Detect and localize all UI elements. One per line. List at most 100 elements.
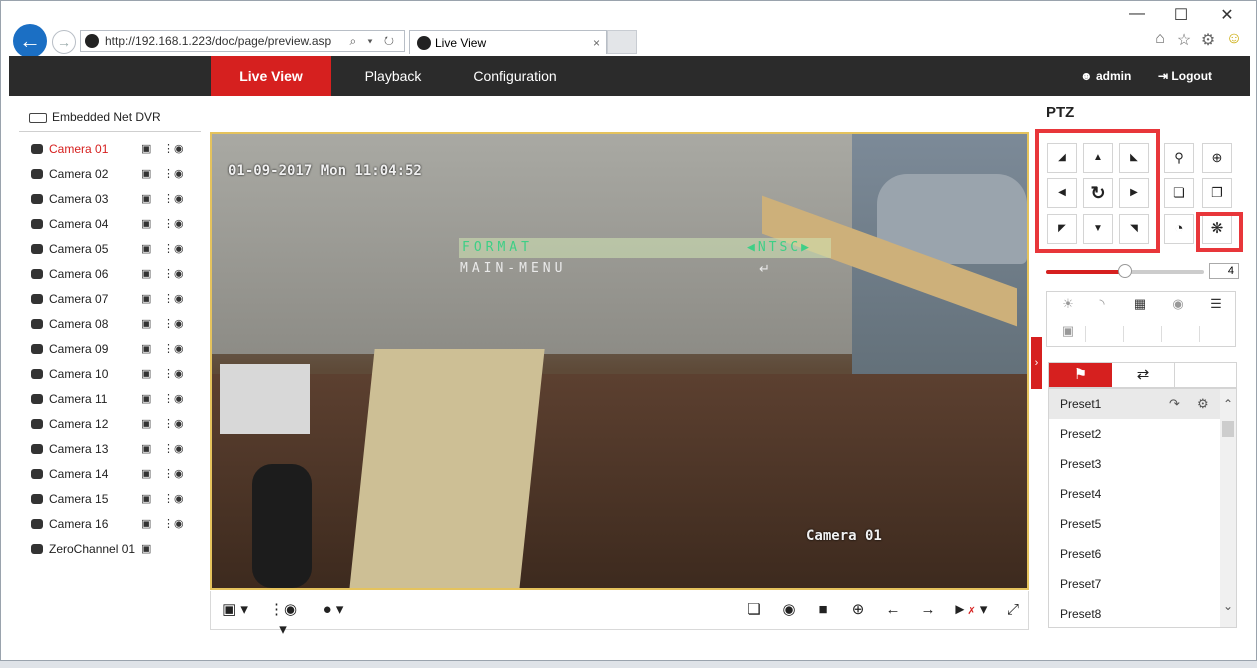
camera-item[interactable]: Camera 12 ▣ ⋮◉ [31,415,201,433]
ptz-control-icon[interactable]: ⋮◉ [163,515,184,533]
record-icon[interactable]: ▣ [141,290,151,308]
zoom-out-icon[interactable]: ⚲ [1164,143,1194,173]
record-icon[interactable]: ▣ [141,315,151,333]
camera-item[interactable]: Camera 11 ▣ ⋮◉ [31,390,201,408]
nav-configuration[interactable]: Configuration [457,56,573,96]
ptz-control-icon[interactable]: ⋮◉ [163,415,184,433]
address-url[interactable]: http://192.168.1.223/doc/page/preview.as… [105,31,331,51]
browser-tab-live-view[interactable]: Live View × [409,30,607,54]
wiper-icon[interactable]: ◝ [1089,296,1115,312]
camera-item[interactable]: Camera 14 ▣ ⋮◉ [31,465,201,483]
ptz-control-icon[interactable]: ⋮◉ [163,340,184,358]
preset-scrollbar[interactable]: ⌃ ⌄ [1220,389,1236,627]
forward-button[interactable]: → [52,30,76,54]
camera-item[interactable]: Camera 07 ▣ ⋮◉ [31,290,201,308]
record-icon[interactable]: ▣ [141,165,151,183]
manual-tracking-icon[interactable]: ▣ [1055,323,1081,339]
ptz-control-icon[interactable]: ⋮◉ [163,290,184,308]
fullscreen-icon[interactable]: ⤢ [1002,600,1024,620]
preset-item[interactable]: Preset8 [1049,599,1220,627]
camera-item[interactable]: Camera 01 ▣ ⋮◉ [31,140,201,158]
ptz-speed-slider[interactable] [1046,264,1204,278]
camera-item[interactable]: Camera 06 ▣ ⋮◉ [31,265,201,283]
record-icon[interactable]: ▣ [141,490,151,508]
record-icon[interactable]: ▣ [141,340,151,358]
ptz-control-icon[interactable]: ⋮◉ [163,365,184,383]
record-icon[interactable]: ▣ [141,265,151,283]
iris-close-icon[interactable]: ◔ [1164,214,1194,244]
scroll-thumb[interactable] [1222,421,1234,437]
favorites-star-icon[interactable]: ☆ [1173,30,1195,50]
ptz-control-icon[interactable]: ⋮◉ [163,215,184,233]
record-icon[interactable]: ▣ [141,515,151,533]
record-icon[interactable]: ▣ [141,215,151,233]
record-icon[interactable]: ▣ [141,465,151,483]
nav-playback[interactable]: Playback [345,56,441,96]
record-icon[interactable]: ▣ [141,440,151,458]
video-player[interactable]: 01-09-2017 Mon 11:04:52 FORMAT ◀NTSC▶ MA… [210,132,1029,590]
record-icon[interactable]: ▣ [141,240,151,258]
set-preset-gear-icon[interactable]: ⚙ [1197,389,1209,419]
home-icon[interactable]: ⌂ [1149,30,1171,48]
tab-pattern[interactable] [1174,363,1237,387]
tab-patrol[interactable]: ⇄ [1112,363,1174,387]
tab-preset[interactable]: ⚑ [1049,363,1112,387]
camera-item[interactable]: Camera 13 ▣ ⋮◉ [31,440,201,458]
logout-button[interactable]: ⇥ Logout [1158,56,1212,96]
record-icon[interactable]: ▣ [141,365,151,383]
camera-item[interactable]: Camera 09 ▣ ⋮◉ [31,340,201,358]
ptz-control-icon[interactable]: ⋮◉ [163,440,184,458]
camera-item[interactable]: ZeroChannel 01 ▣ [31,540,201,558]
menu-icon[interactable]: ☰ [1203,296,1229,312]
microphone-button[interactable]: ● ▾ [315,600,351,620]
maximize-button[interactable]: ☐ [1169,5,1193,25]
preset-item[interactable]: Preset2 [1049,419,1220,449]
one-touch-focus-icon[interactable]: ▦ [1127,296,1153,312]
record-icon[interactable]: ▣ [141,415,151,433]
camera-item[interactable]: Camera 16 ▣ ⋮◉ [31,515,201,533]
record-icon[interactable]: ▣ [141,190,151,208]
camera-item[interactable]: Camera 03 ▣ ⋮◉ [31,190,201,208]
address-tools[interactable]: ⌕ ▾ ↻ [349,31,398,51]
camera-item[interactable]: Camera 02 ▣ ⋮◉ [31,165,201,183]
ptz-control-icon[interactable]: ⋮◉ [163,240,184,258]
record-icon[interactable]: ▣ [141,540,151,558]
close-window-button[interactable]: ✕ [1215,5,1239,25]
window-layout-button[interactable]: ▣ ▾ [217,600,253,620]
preset-item[interactable]: Preset5 [1049,509,1220,539]
ptz-control-icon[interactable]: ⋮◉ [163,190,184,208]
camera-item[interactable]: Camera 08 ▣ ⋮◉ [31,315,201,333]
user-menu[interactable]: ☻ admin [1080,56,1131,96]
record-icon[interactable]: ■ [812,600,834,620]
focus-near-icon[interactable]: ❏ [1164,178,1194,208]
ptz-control-icon[interactable]: ⋮◉ [163,490,184,508]
zoom-in-icon[interactable]: ⊕ [1202,143,1232,173]
camera-item[interactable]: Camera 05 ▣ ⋮◉ [31,240,201,258]
camera-item[interactable]: Camera 10 ▣ ⋮◉ [31,365,201,383]
device-node[interactable]: Embedded Net DVR [29,110,209,124]
camera-item[interactable]: Camera 15 ▣ ⋮◉ [31,490,201,508]
preset-item[interactable]: Preset7 [1049,569,1220,599]
volume-icon[interactable]: ►✗ ▾ [952,600,988,620]
capture-camera-icon[interactable]: ◉ [778,600,800,620]
minimize-button[interactable]: — [1125,5,1149,23]
ptz-control-icon[interactable]: ⋮◉ [163,465,184,483]
lens-init-icon[interactable]: ◉ [1165,296,1191,312]
back-button[interactable]: ← [13,24,47,58]
ptz-control-icon[interactable]: ⋮◉ [163,315,184,333]
previous-page-icon[interactable]: ← [882,600,904,620]
ptz-control-icon[interactable]: ⋮◉ [163,165,184,183]
record-icon[interactable]: ▣ [141,390,151,408]
preset-item[interactable]: Preset1 ↷ ⚙ [1049,389,1220,419]
settings-gear-icon[interactable]: ⚙ [1197,30,1219,50]
scroll-up-icon[interactable]: ⌃ [1220,397,1236,411]
preset-item[interactable]: Preset3 [1049,449,1220,479]
call-preset-icon[interactable]: ↷ [1169,389,1180,419]
preset-item[interactable]: Preset6 [1049,539,1220,569]
preset-item[interactable]: Preset4 [1049,479,1220,509]
stream-button[interactable]: ⋮◉ ▾ [265,600,301,638]
camera-item[interactable]: Camera 04 ▣ ⋮◉ [31,215,201,233]
ptz-control-icon[interactable]: ⋮◉ [163,140,184,158]
smiley-feedback-icon[interactable]: ☺ [1223,30,1245,48]
light-icon[interactable]: ☀ [1055,296,1081,312]
